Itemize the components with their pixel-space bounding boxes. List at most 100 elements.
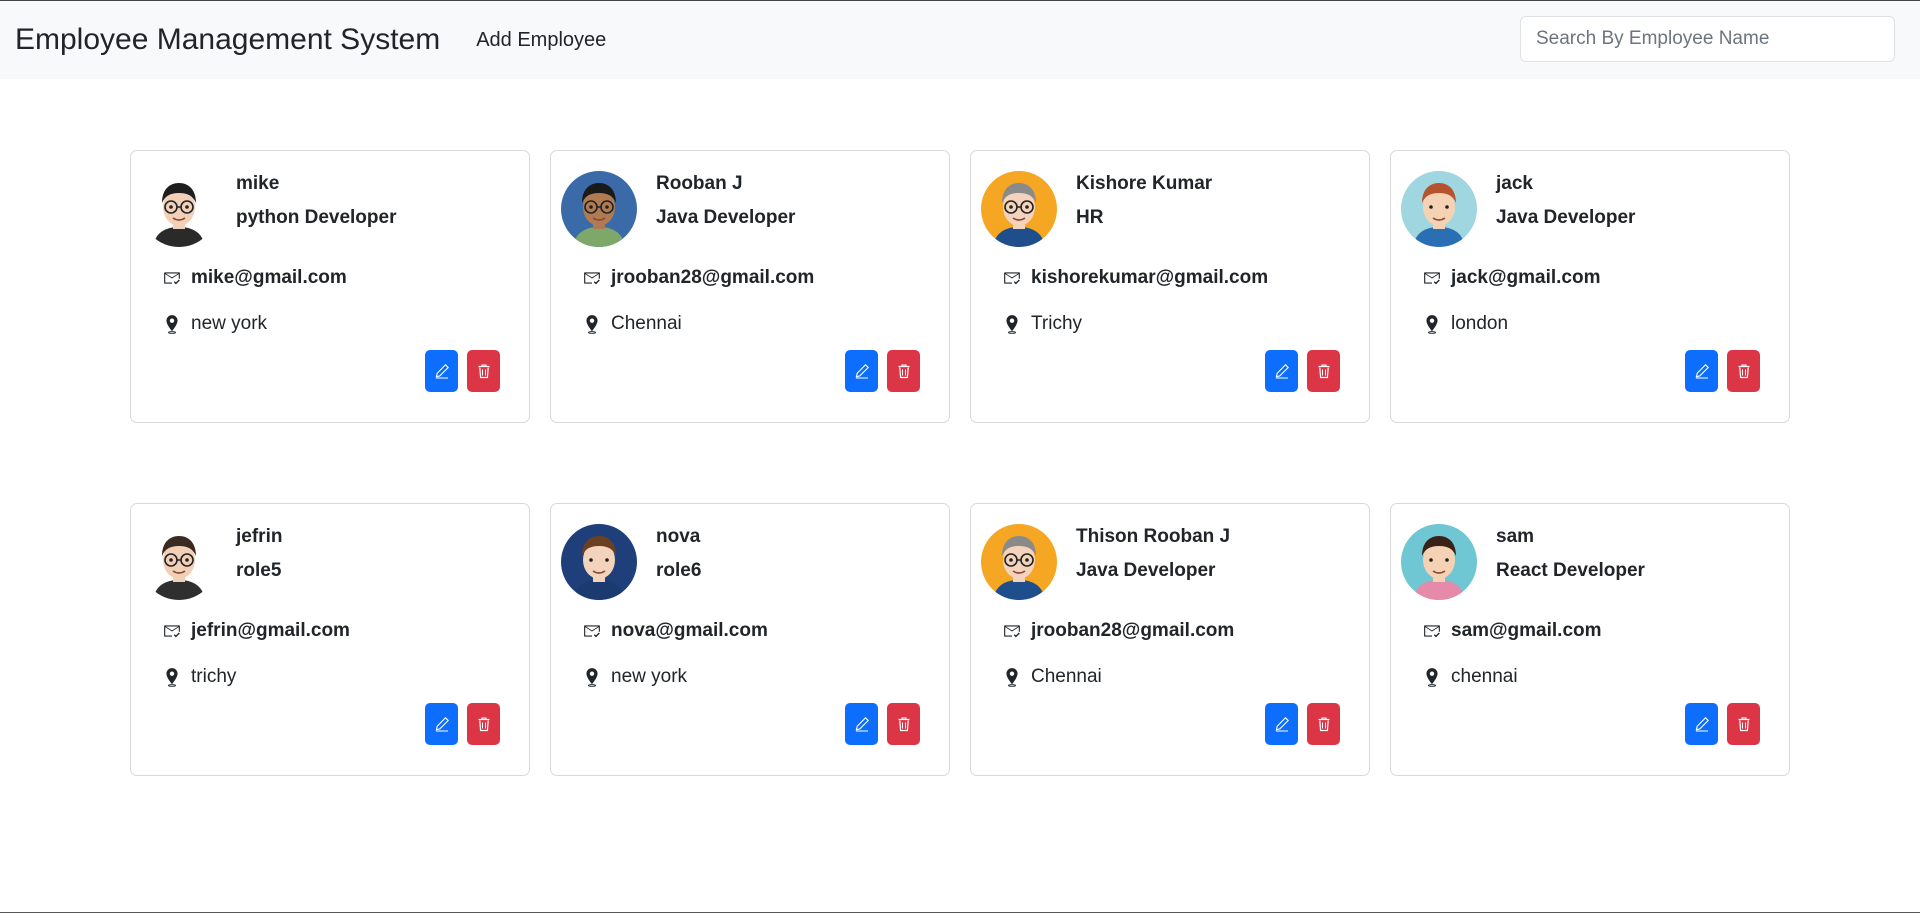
- employee-location: chennai: [1451, 666, 1518, 687]
- employee-grid: mike python Developer mike@gmail.com new…: [130, 150, 1790, 776]
- employee-role: React Developer: [1496, 560, 1645, 581]
- trash-icon: [1736, 716, 1752, 732]
- employee-card: nova role6 nova@gmail.com new york: [550, 503, 950, 776]
- trash-icon: [1316, 716, 1332, 732]
- employee-card: mike python Developer mike@gmail.com new…: [130, 150, 530, 423]
- geo-pin-icon: [163, 667, 181, 687]
- employee-role: HR: [1076, 207, 1104, 228]
- trash-icon: [1316, 363, 1332, 379]
- edit-button[interactable]: [1265, 350, 1298, 392]
- employee-card: Kishore Kumar HR kishorekumar@gmail.com …: [970, 150, 1370, 423]
- geo-pin-icon: [583, 667, 601, 687]
- delete-button[interactable]: [467, 350, 500, 392]
- employee-email: jrooban28@gmail.com: [1031, 620, 1235, 641]
- pencil-icon: [854, 716, 870, 732]
- employee-role: Java Developer: [656, 207, 796, 228]
- employee-email: jack@gmail.com: [1451, 267, 1601, 288]
- edit-button[interactable]: [1685, 350, 1718, 392]
- edit-button[interactable]: [845, 703, 878, 745]
- trash-icon: [1736, 363, 1752, 379]
- edit-button[interactable]: [1265, 703, 1298, 745]
- envelope-check-icon: [163, 621, 181, 641]
- avatar: [1401, 524, 1477, 600]
- pencil-icon: [434, 363, 450, 379]
- employee-email: nova@gmail.com: [611, 620, 768, 641]
- edit-button[interactable]: [425, 350, 458, 392]
- avatar: [141, 524, 217, 600]
- delete-button[interactable]: [887, 350, 920, 392]
- search-input[interactable]: [1520, 16, 1895, 62]
- employee-name: jack: [1496, 173, 1533, 194]
- email-row: jefrin@gmail.com: [163, 620, 350, 642]
- location-row: trichy: [163, 666, 236, 688]
- employee-email: mike@gmail.com: [191, 267, 347, 288]
- employee-email: sam@gmail.com: [1451, 620, 1602, 641]
- employee-role: role6: [656, 560, 702, 581]
- employee-location: london: [1451, 313, 1509, 334]
- navbar: Employee Management System Add Employee: [0, 1, 1920, 79]
- employee-name: nova: [656, 526, 701, 547]
- envelope-check-icon: [1423, 268, 1441, 288]
- delete-button[interactable]: [467, 703, 500, 745]
- employee-location: new york: [611, 666, 688, 687]
- delete-button[interactable]: [887, 703, 920, 745]
- add-employee-link[interactable]: Add Employee: [476, 29, 606, 52]
- email-row: nova@gmail.com: [583, 620, 768, 642]
- avatar: [141, 171, 217, 247]
- employee-card: Thison Rooban J Java Developer jrooban28…: [970, 503, 1370, 776]
- employee-role: role5: [236, 560, 282, 581]
- edit-button[interactable]: [1685, 703, 1718, 745]
- envelope-check-icon: [583, 621, 601, 641]
- employee-location: trichy: [191, 666, 237, 687]
- employee-name: Rooban J: [656, 173, 743, 194]
- employee-name: jefrin: [236, 526, 283, 547]
- delete-button[interactable]: [1727, 703, 1760, 745]
- envelope-check-icon: [1423, 621, 1441, 641]
- location-row: chennai: [1423, 666, 1518, 688]
- location-row: new york: [163, 313, 267, 335]
- trash-icon: [896, 716, 912, 732]
- app-brand[interactable]: Employee Management System: [15, 23, 440, 57]
- employee-card: Rooban J Java Developer jrooban28@gmail.…: [550, 150, 950, 423]
- employee-card: jack Java Developer jack@gmail.com londo…: [1390, 150, 1790, 423]
- location-row: london: [1423, 313, 1508, 335]
- pencil-icon: [1274, 716, 1290, 732]
- employee-role: Java Developer: [1496, 207, 1636, 228]
- employee-role: python Developer: [236, 207, 397, 228]
- location-row: Chennai: [1003, 666, 1102, 688]
- delete-button[interactable]: [1307, 703, 1340, 745]
- email-row: jack@gmail.com: [1423, 267, 1600, 289]
- geo-pin-icon: [1003, 314, 1021, 334]
- pencil-icon: [434, 716, 450, 732]
- edit-button[interactable]: [425, 703, 458, 745]
- avatar: [561, 171, 637, 247]
- location-row: Trichy: [1003, 313, 1082, 335]
- employee-location: Chennai: [611, 313, 682, 334]
- email-row: jrooban28@gmail.com: [583, 267, 814, 289]
- employee-email: kishorekumar@gmail.com: [1031, 267, 1269, 288]
- trash-icon: [476, 716, 492, 732]
- geo-pin-icon: [583, 314, 601, 334]
- location-row: Chennai: [583, 313, 682, 335]
- edit-button[interactable]: [845, 350, 878, 392]
- employee-email: jrooban28@gmail.com: [611, 267, 815, 288]
- delete-button[interactable]: [1727, 350, 1760, 392]
- trash-icon: [896, 363, 912, 379]
- pencil-icon: [854, 363, 870, 379]
- envelope-check-icon: [1003, 621, 1021, 641]
- trash-icon: [476, 363, 492, 379]
- employee-location: Trichy: [1031, 313, 1083, 334]
- geo-pin-icon: [1423, 314, 1441, 334]
- avatar: [981, 524, 1057, 600]
- email-row: sam@gmail.com: [1423, 620, 1602, 642]
- avatar: [561, 524, 637, 600]
- email-row: kishorekumar@gmail.com: [1003, 267, 1268, 289]
- employee-card: sam React Developer sam@gmail.com chenna…: [1390, 503, 1790, 776]
- employee-role: Java Developer: [1076, 560, 1216, 581]
- employee-card: jefrin role5 jefrin@gmail.com trichy: [130, 503, 530, 776]
- pencil-icon: [1274, 363, 1290, 379]
- delete-button[interactable]: [1307, 350, 1340, 392]
- email-row: mike@gmail.com: [163, 267, 347, 289]
- envelope-check-icon: [1003, 268, 1021, 288]
- pencil-icon: [1694, 363, 1710, 379]
